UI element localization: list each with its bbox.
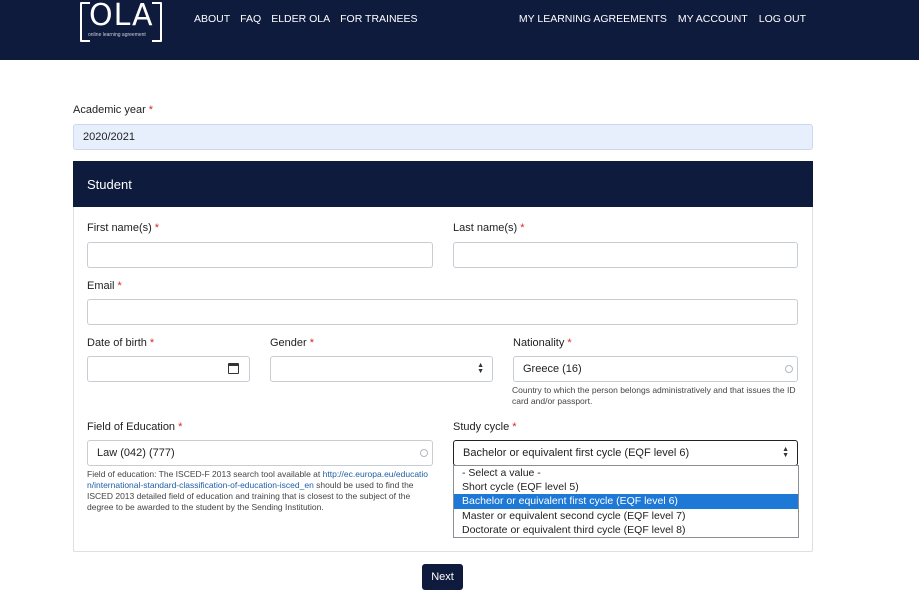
- study-cycle-option[interactable]: - Select a value -: [454, 466, 798, 480]
- field-of-education-label: Field of Education *: [87, 421, 183, 433]
- last-name-label: Last name(s) *: [453, 222, 525, 234]
- calendar-icon[interactable]: [228, 363, 239, 374]
- study-cycle-select[interactable]: Bachelor or equivalent first cycle (EQF …: [453, 440, 798, 466]
- gender-label: Gender *: [270, 337, 314, 349]
- study-cycle-label: Study cycle *: [453, 421, 517, 433]
- field-of-education-help: Field of education: The ISCED-F 2013 sea…: [87, 469, 429, 512]
- date-of-birth-input[interactable]: [87, 356, 250, 382]
- ola-logo[interactable]: OLA online learning agreement: [80, 0, 166, 44]
- required-marker: *: [154, 222, 160, 234]
- first-name-label: First name(s) *: [87, 222, 160, 234]
- nav-faq[interactable]: FAQ: [240, 13, 261, 25]
- nationality-input[interactable]: Greece (16): [513, 356, 798, 382]
- nav-elder-ola[interactable]: Elder OLA: [271, 13, 330, 25]
- field-of-education-value: Law (042) (777): [97, 447, 175, 459]
- nav-my-learning-agreements[interactable]: My Learning Agreements: [519, 13, 667, 25]
- study-cycle-option-selected[interactable]: Bachelor or equivalent first cycle (EQF …: [454, 494, 798, 509]
- field-of-education-input[interactable]: Law (042) (777): [87, 440, 433, 466]
- academic-year-field[interactable]: 2020/2021: [73, 124, 813, 150]
- date-of-birth-label: Date of birth *: [87, 337, 155, 349]
- study-cycle-value: Bachelor or equivalent first cycle (EQF …: [463, 447, 690, 459]
- academic-year-label: Academic year *: [73, 104, 154, 116]
- email-label: Email *: [87, 280, 122, 292]
- nationality-label: Nationality *: [513, 337, 572, 349]
- autocomplete-icon: [420, 449, 428, 457]
- study-cycle-option[interactable]: Doctorate or equivalent third cycle (EQF…: [454, 523, 798, 537]
- gender-select[interactable]: ▲ ▼: [270, 356, 493, 382]
- nav-about[interactable]: About: [194, 13, 230, 25]
- required-marker: *: [520, 222, 525, 234]
- logo-text: OLA: [89, 0, 154, 33]
- study-cycle-option[interactable]: Short cycle (EQF level 5): [454, 480, 798, 494]
- required-marker: *: [149, 337, 155, 349]
- required-marker: *: [512, 421, 517, 433]
- first-name-input[interactable]: [87, 242, 433, 268]
- required-marker: *: [309, 337, 314, 349]
- nationality-help: Country to which the person belongs admi…: [512, 385, 796, 406]
- student-panel-title: Student: [73, 161, 813, 207]
- required-marker: *: [148, 104, 154, 116]
- nav-my-account[interactable]: My Account: [678, 13, 748, 25]
- autocomplete-icon: [785, 365, 793, 373]
- main-nav: About FAQ Elder OLA For Trainees: [194, 13, 418, 25]
- logo-subtitle: online learning agreement: [88, 32, 146, 38]
- required-marker: *: [117, 280, 122, 292]
- nationality-value: Greece (16): [523, 363, 582, 375]
- top-navbar: OLA online learning agreement About FAQ …: [0, 0, 919, 60]
- required-marker: *: [178, 421, 183, 433]
- last-name-input[interactable]: [453, 242, 798, 268]
- nav-log-out[interactable]: Log out: [759, 13, 806, 25]
- required-marker: *: [567, 337, 572, 349]
- nav-for-trainees[interactable]: For Trainees: [340, 13, 417, 25]
- study-cycle-dropdown: - Select a value - Short cycle (EQF leve…: [453, 465, 799, 538]
- email-field[interactable]: [87, 299, 798, 325]
- next-button[interactable]: Next: [422, 564, 463, 590]
- study-cycle-option[interactable]: Master or equivalent second cycle (EQF l…: [454, 509, 798, 523]
- select-arrows-icon: ▲ ▼: [782, 446, 789, 459]
- account-nav: My Learning Agreements My Account Log ou…: [519, 13, 806, 25]
- select-arrows-icon: ▲ ▼: [477, 362, 484, 375]
